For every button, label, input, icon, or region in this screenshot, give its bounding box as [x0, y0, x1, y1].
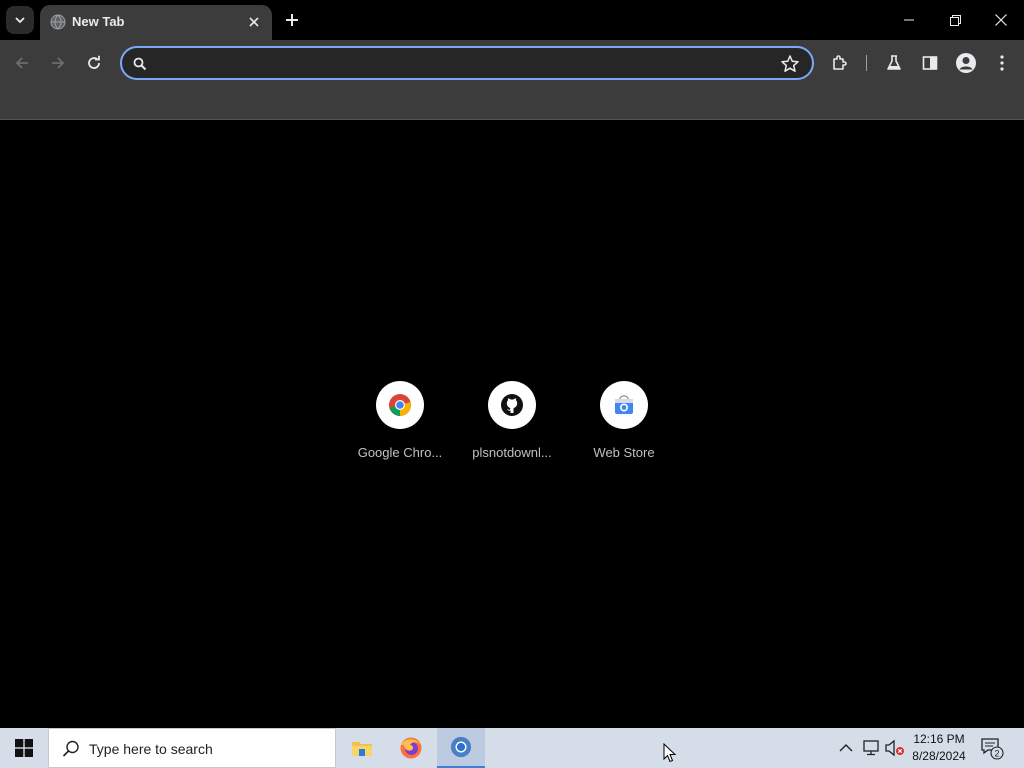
chevron-up-icon	[839, 744, 853, 752]
network-icon	[863, 740, 879, 756]
chevron-down-icon	[15, 17, 25, 24]
side-panel-icon	[922, 56, 938, 70]
shortcut-label: Google Chro...	[357, 445, 443, 460]
restore-button[interactable]	[932, 0, 978, 40]
new-tab-page: Google Chro... plsnotdownl... Web Store	[0, 121, 1024, 728]
chrome-icon	[450, 736, 472, 758]
kebab-menu-icon	[1000, 55, 1004, 71]
folder-icon	[352, 742, 372, 756]
restore-icon	[949, 14, 961, 26]
close-window-button[interactable]	[978, 0, 1024, 40]
volume-tray-button[interactable]	[885, 738, 905, 758]
taskbar-search-box[interactable]: Type here to search	[48, 728, 336, 768]
globe-icon	[50, 14, 66, 30]
notification-icon: 2	[981, 738, 1004, 760]
show-hidden-icons-button[interactable]	[836, 738, 856, 758]
shortcut-icon-circle	[488, 381, 536, 429]
new-tab-button[interactable]	[280, 8, 304, 32]
menu-button[interactable]	[988, 49, 1016, 77]
search-icon	[62, 740, 79, 757]
taskbar-clock[interactable]: 12:16 PM 8/28/2024	[906, 731, 972, 765]
back-button[interactable]	[8, 49, 36, 77]
bookmark-star-icon[interactable]	[780, 54, 800, 74]
web-store-icon	[615, 395, 633, 414]
clock-date: 8/28/2024	[912, 749, 966, 763]
minimize-icon	[904, 19, 914, 21]
address-input[interactable]	[158, 54, 758, 74]
puzzle-icon	[833, 55, 847, 70]
close-icon	[249, 17, 259, 27]
shortcut-plsnotdownload[interactable]: plsnotdownl...	[462, 381, 562, 471]
windows-logo-icon	[15, 739, 33, 757]
close-icon	[995, 14, 1007, 26]
reload-icon	[88, 55, 100, 69]
taskbar-app-firefox[interactable]	[387, 728, 435, 768]
network-tray-button[interactable]	[861, 738, 881, 758]
taskbar-app-chrome[interactable]	[437, 728, 485, 768]
shortcut-icon-circle	[600, 381, 648, 429]
bookmark-bar	[0, 86, 1024, 120]
notification-count: 2	[994, 749, 999, 759]
chrome-icon	[389, 394, 412, 416]
tab-title: New Tab	[72, 14, 125, 29]
taskbar-app-file-explorer[interactable]	[338, 728, 386, 768]
start-button[interactable]	[0, 728, 48, 768]
arrow-left-icon	[15, 57, 28, 69]
plus-icon	[286, 14, 298, 26]
volume-muted-icon	[885, 739, 904, 757]
tab-new-tab[interactable]: New Tab	[40, 5, 272, 40]
firefox-icon	[400, 737, 422, 759]
clock-time: 12:16 PM	[913, 732, 965, 746]
extensions-button[interactable]	[826, 49, 854, 77]
shortcut-label: Web Store	[593, 445, 655, 460]
action-center-button[interactable]: 2	[980, 736, 1004, 760]
github-icon	[501, 394, 523, 416]
arrow-right-icon	[52, 57, 65, 69]
close-tab-button[interactable]	[244, 12, 264, 32]
taskbar: Type here to search 12:16 PM 8/28/2024 2	[0, 728, 1024, 768]
labs-button[interactable]	[880, 49, 908, 77]
forward-button[interactable]	[44, 49, 72, 77]
flask-icon	[887, 55, 901, 70]
mouse-cursor-icon	[663, 743, 677, 763]
toolbar-divider	[866, 55, 867, 71]
side-panel-button[interactable]	[916, 49, 944, 77]
profile-button[interactable]	[952, 49, 980, 77]
browser-toolbar	[0, 40, 1024, 86]
avatar-icon	[956, 53, 976, 73]
reload-button[interactable]	[80, 49, 108, 77]
tab-strip: New Tab	[0, 0, 1024, 40]
shortcut-label: plsnotdownl...	[472, 445, 552, 460]
shortcut-icon-circle	[376, 381, 424, 429]
tab-search-button[interactable]	[6, 6, 34, 34]
shortcut-web-store[interactable]: Web Store	[574, 381, 674, 471]
taskbar-search-placeholder: Type here to search	[89, 741, 213, 757]
minimize-button[interactable]	[886, 0, 932, 40]
search-icon	[133, 57, 147, 71]
shortcut-google-chrome[interactable]: Google Chro...	[350, 381, 450, 471]
address-bar[interactable]	[120, 46, 814, 80]
